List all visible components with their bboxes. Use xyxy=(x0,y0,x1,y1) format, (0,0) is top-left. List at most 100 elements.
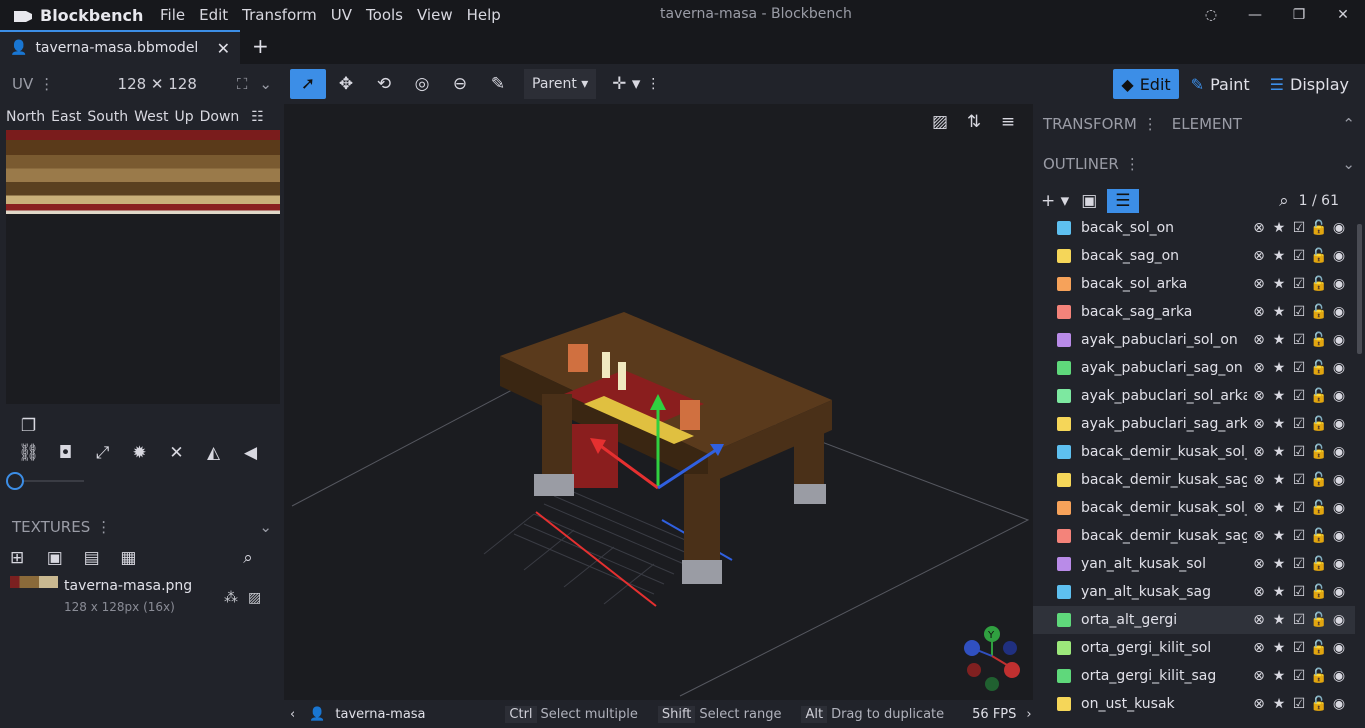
eye-icon[interactable]: ◉ xyxy=(1329,416,1349,432)
outliner-item[interactable]: bacak_sag_arka ⊗ ★ ☑ 🔓 ◉ xyxy=(1033,298,1355,326)
checkbox-icon[interactable]: ☑ xyxy=(1289,612,1309,628)
chevron-down-icon[interactable]: ⌄ xyxy=(259,75,272,93)
checkbox-icon[interactable]: ☑ xyxy=(1289,444,1309,460)
maximize-uv-icon[interactable]: ⤢ xyxy=(84,443,121,463)
outliner-item[interactable]: bacak_demir_kusak_sol_ ⊗ ★ ☑ 🔓 ◉ xyxy=(1033,438,1355,466)
chevron-up-icon[interactable]: ⌃ xyxy=(1342,115,1355,133)
menu-transform[interactable]: Transform xyxy=(242,6,331,24)
copy-icon[interactable]: ❐ xyxy=(10,416,47,436)
eye-icon[interactable]: ◉ xyxy=(1329,556,1349,572)
remove-icon[interactable]: ⊗ xyxy=(1249,248,1269,264)
outliner-item[interactable]: orta_gergi_kilit_sag ⊗ ★ ☑ 🔓 ◉ xyxy=(1033,662,1355,690)
lock-icon[interactable]: 🔓 xyxy=(1309,220,1329,236)
remove-icon[interactable]: ⊗ xyxy=(1249,556,1269,572)
face-up[interactable]: Up xyxy=(174,109,193,125)
lock-icon[interactable]: 🔓 xyxy=(1309,472,1329,488)
menu-dots-icon[interactable]: ⋮ xyxy=(1125,155,1140,173)
star-icon[interactable]: ★ xyxy=(1269,668,1289,684)
remove-icon[interactable]: ⊗ xyxy=(1249,416,1269,432)
sync-icon[interactable]: ◌ xyxy=(1189,0,1233,30)
lock-icon[interactable]: 🔓 xyxy=(1309,696,1329,712)
save-icon[interactable]: ▨ xyxy=(248,590,261,606)
star-icon[interactable]: ★ xyxy=(1269,696,1289,712)
checkbox-icon[interactable]: ☑ xyxy=(1289,332,1309,348)
star-icon[interactable]: ★ xyxy=(1269,248,1289,264)
checkbox-icon[interactable]: ☑ xyxy=(1289,640,1309,656)
lock-icon[interactable]: 🔓 xyxy=(1309,528,1329,544)
star-icon[interactable]: ★ xyxy=(1269,416,1289,432)
star-icon[interactable]: ★ xyxy=(1269,304,1289,320)
lock-icon[interactable]: 🔓 xyxy=(1309,304,1329,320)
vertex-snap-icon[interactable]: ⊖ xyxy=(442,69,478,99)
lock-icon[interactable]: 🔓 xyxy=(1309,276,1329,292)
texture-item[interactable]: taverna-masa.png 128 x 128px (16x) ⁂ ▨ xyxy=(10,576,280,620)
face-north[interactable]: North xyxy=(6,109,45,125)
outliner-item[interactable]: bacak_demir_kusak_sag ⊗ ★ ☑ 🔓 ◉ xyxy=(1033,466,1355,494)
eye-icon[interactable]: ◉ xyxy=(1329,332,1349,348)
menu-dots-icon[interactable]: ⋮ xyxy=(1143,115,1158,133)
star-icon[interactable]: ★ xyxy=(1269,360,1289,376)
mode-display[interactable]: ☰ Display xyxy=(1262,69,1357,99)
tab-taverna-masa[interactable]: 👤 taverna-masa.bbmodel ✕ xyxy=(0,30,240,64)
rotate-tool-icon[interactable]: ⟲ xyxy=(366,69,402,99)
3d-viewport[interactable]: ▨ ⇅ ≡ Y xyxy=(284,104,1033,700)
add-texture-icon[interactable]: ⊞ xyxy=(10,548,47,568)
outliner-item[interactable]: yan_alt_kusak_sag ⊗ ★ ☑ 🔓 ◉ xyxy=(1033,578,1355,606)
checkbox-icon[interactable]: ☑ xyxy=(1289,360,1309,376)
brush-tool-icon[interactable]: ✎ xyxy=(480,69,516,99)
menu-file[interactable]: File xyxy=(160,6,199,24)
menu-dots-icon[interactable]: ⋮ xyxy=(96,518,111,536)
lock-icon[interactable]: 🔓 xyxy=(1309,500,1329,516)
shared-icon[interactable]: ⁂ xyxy=(224,590,238,606)
star-icon[interactable]: ★ xyxy=(1269,332,1289,348)
remove-icon[interactable]: ⊗ xyxy=(1249,500,1269,516)
remove-icon[interactable]: ⊗ xyxy=(1249,444,1269,460)
mode-paint[interactable]: ✎ Paint xyxy=(1183,69,1258,99)
checkbox-icon[interactable]: ☑ xyxy=(1289,500,1309,516)
lock-icon[interactable]: 🔓 xyxy=(1309,444,1329,460)
lock-icon[interactable]: 🔓 xyxy=(1309,332,1329,348)
eye-icon[interactable]: ◉ xyxy=(1329,276,1349,292)
eye-icon[interactable]: ◉ xyxy=(1329,388,1349,404)
add-group-icon[interactable]: ▣ xyxy=(1081,191,1097,211)
eye-icon[interactable]: ◉ xyxy=(1329,584,1349,600)
link-icon[interactable]: ⛓ xyxy=(10,443,47,463)
pivot-tool-icon[interactable]: ◎ xyxy=(404,69,440,99)
mirror-x-icon[interactable]: ◭ xyxy=(195,443,232,463)
eye-icon[interactable]: ◉ xyxy=(1329,668,1349,684)
checkbox-icon[interactable]: ☑ xyxy=(1289,528,1309,544)
orientation-gizmo[interactable]: Y xyxy=(964,626,1020,691)
star-icon[interactable]: ★ xyxy=(1269,220,1289,236)
eye-icon[interactable]: ◉ xyxy=(1329,360,1349,376)
star-icon[interactable]: ★ xyxy=(1269,640,1289,656)
lock-icon[interactable]: 🔓 xyxy=(1309,584,1329,600)
tab-transform[interactable]: TRANSFORM xyxy=(1043,115,1137,133)
maximize-button[interactable]: ❐ xyxy=(1277,0,1321,30)
toggle-options-icon[interactable]: ☰ xyxy=(1107,189,1139,213)
auto-uv-icon[interactable]: ✹ xyxy=(121,443,158,463)
rotation-slider[interactable] xyxy=(6,472,84,490)
grid-icon[interactable]: ▦ xyxy=(120,548,157,568)
lock-icon[interactable]: 🔓 xyxy=(1309,640,1329,656)
star-icon[interactable]: ★ xyxy=(1269,556,1289,572)
face-west[interactable]: West xyxy=(134,109,168,125)
uv-editor-canvas[interactable] xyxy=(6,130,280,404)
eye-icon[interactable]: ◉ xyxy=(1329,640,1349,656)
minimize-button[interactable]: — xyxy=(1233,0,1277,30)
outliner-item[interactable]: bacak_sag_on ⊗ ★ ☑ 🔓 ◉ xyxy=(1033,242,1355,270)
lock-icon[interactable]: 🔓 xyxy=(1309,668,1329,684)
menu-edit[interactable]: Edit xyxy=(199,6,242,24)
outliner-item[interactable]: orta_alt_gergi ⊗ ★ ☑ 🔓 ◉ xyxy=(1033,606,1355,634)
star-icon[interactable]: ★ xyxy=(1269,472,1289,488)
eye-icon[interactable]: ◉ xyxy=(1329,444,1349,460)
face-east[interactable]: East xyxy=(51,109,81,125)
menu-tools[interactable]: Tools xyxy=(366,6,417,24)
remove-icon[interactable]: ⊗ xyxy=(1249,528,1269,544)
outliner-item[interactable]: ayak_pabuclari_sol_on ⊗ ★ ☑ 🔓 ◉ xyxy=(1033,326,1355,354)
remove-icon[interactable]: ⊗ xyxy=(1249,276,1269,292)
remove-icon[interactable]: ⊗ xyxy=(1249,304,1269,320)
menu-uv[interactable]: UV xyxy=(331,6,366,24)
chevron-down-icon[interactable]: ⌄ xyxy=(1342,155,1355,173)
star-icon[interactable]: ★ xyxy=(1269,612,1289,628)
lock-icon[interactable]: 🔓 xyxy=(1309,360,1329,376)
